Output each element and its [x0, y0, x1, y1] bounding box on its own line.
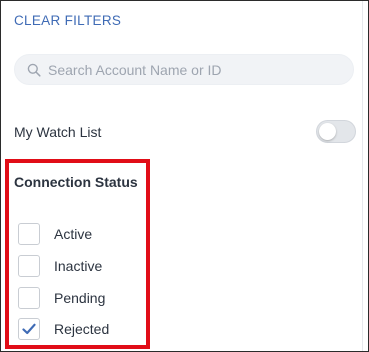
status-option-rejected[interactable]: Rejected [18, 317, 109, 341]
rejected-checkbox[interactable] [18, 318, 40, 340]
status-option-inactive[interactable]: Inactive [18, 254, 102, 278]
search-input[interactable] [48, 56, 338, 83]
status-option-pending[interactable]: Pending [18, 286, 105, 310]
pending-checkbox[interactable] [18, 287, 40, 309]
option-label: Inactive [54, 258, 103, 274]
check-icon [22, 323, 36, 335]
scroll-edge [362, 1, 363, 351]
connection-status-heading: Connection Status [14, 174, 138, 190]
option-label: Rejected [54, 321, 110, 337]
watch-list-toggle[interactable] [316, 120, 356, 143]
toggle-knob [319, 123, 336, 140]
watch-list-label: My Watch List [14, 124, 102, 140]
option-label: Active [54, 226, 93, 242]
search-box[interactable] [14, 54, 354, 85]
active-checkbox[interactable] [18, 223, 40, 245]
inactive-checkbox[interactable] [18, 255, 40, 277]
clear-filters-link[interactable]: CLEAR FILTERS [14, 11, 121, 31]
search-icon [27, 63, 41, 77]
status-option-active[interactable]: Active [18, 222, 92, 246]
filter-panel: CLEAR FILTERS My Watch List Connection S… [0, 0, 369, 352]
option-label: Pending [54, 290, 106, 306]
